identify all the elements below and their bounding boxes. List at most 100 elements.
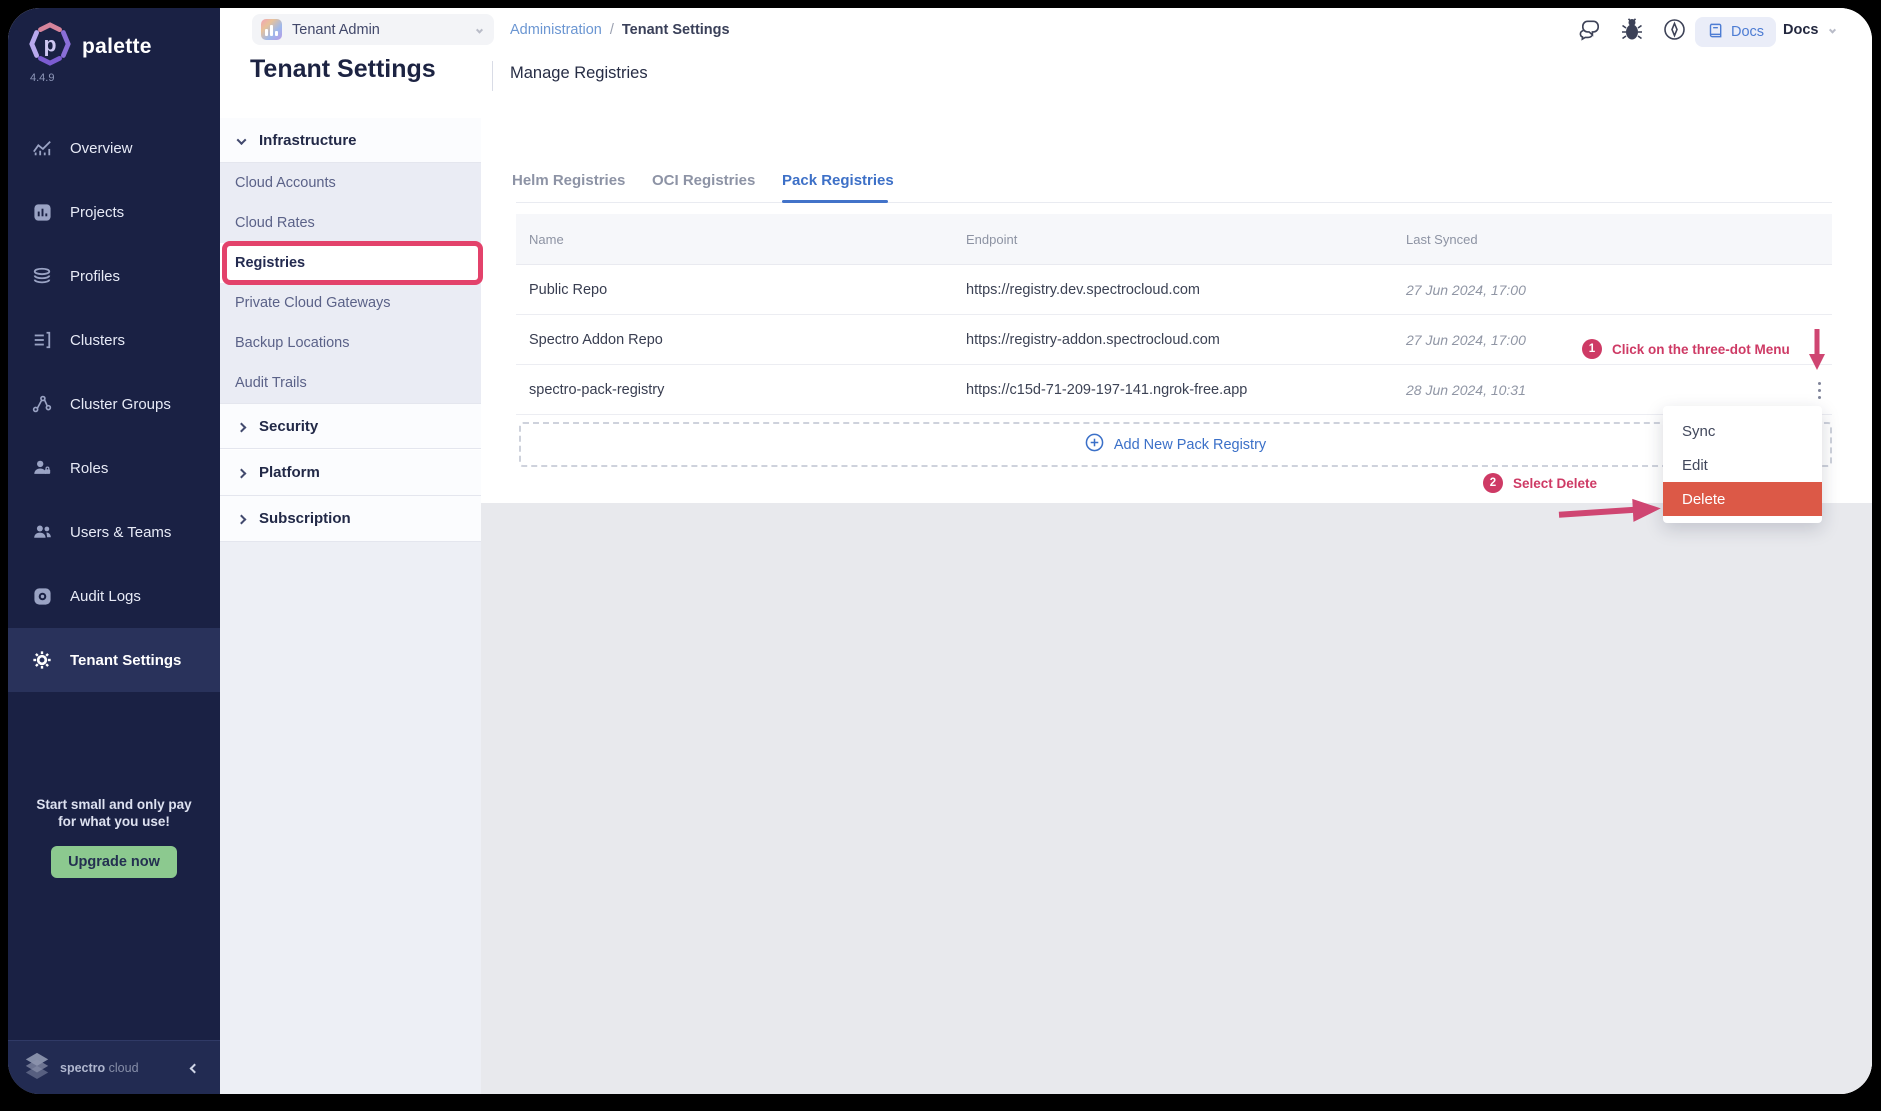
cluster-groups-icon — [31, 393, 53, 415]
settings-nav-registries[interactable]: Registries — [220, 243, 481, 283]
registry-endpoint: https://registry-addon.spectrocloud.com — [966, 315, 1220, 365]
add-new-pack-registry-button[interactable]: Add New Pack Registry — [519, 422, 1832, 467]
overview-icon — [31, 137, 53, 159]
settings-nav-cloud-accounts[interactable]: Cloud Accounts — [220, 163, 481, 203]
right-arrow-annotation — [1556, 495, 1665, 532]
feedback-chat-icon[interactable] — [1578, 18, 1602, 42]
scope-label: Tenant Admin — [292, 22, 380, 38]
project-scope-selector[interactable]: Tenant Admin — [252, 14, 494, 45]
table-row[interactable]: Spectro Addon Repo https://registry-addo… — [516, 315, 1832, 365]
app-version: 4.4.9 — [30, 72, 54, 84]
menu-item-edit[interactable]: Edit — [1663, 448, 1822, 482]
tab-oci-registries[interactable]: OCI Registries — [652, 172, 755, 189]
spectro-cloud-logo-icon — [22, 1051, 52, 1084]
gear-icon — [31, 649, 53, 671]
registry-last-synced: 27 Jun 2024, 17:00 — [1406, 265, 1526, 315]
sidebar-item-label: Audit Logs — [70, 588, 141, 605]
roles-icon — [31, 457, 53, 479]
section-infrastructure[interactable]: Infrastructure — [220, 118, 481, 163]
sidebar-item-cluster-groups[interactable]: Cluster Groups — [8, 372, 220, 436]
sidebar-item-label: Clusters — [70, 332, 125, 349]
section-label: Infrastructure — [259, 132, 357, 149]
nav-item-label: Cloud Accounts — [235, 175, 336, 191]
sidebar-item-projects[interactable]: Projects — [8, 180, 220, 244]
sidebar-item-overview[interactable]: Overview — [8, 116, 220, 180]
registries-table: Name Endpoint Last Synced Public Repo ht… — [516, 214, 1832, 415]
page-background — [481, 503, 1872, 1094]
palette-logo-icon: p — [28, 22, 72, 71]
tab-helm-registries[interactable]: Helm Registries — [512, 172, 625, 189]
add-button-label: Add New Pack Registry — [1114, 437, 1266, 453]
tab-bottom-border — [516, 202, 1832, 203]
promo-text-line1: Start small and only pay — [8, 796, 220, 813]
breadcrumb-tenant-settings: Tenant Settings — [622, 22, 730, 38]
section-platform[interactable]: Platform — [220, 450, 481, 496]
sidebar-item-label: Projects — [70, 204, 124, 221]
docs-dropdown-label: Docs — [1783, 22, 1818, 38]
sidebar-item-label: Roles — [70, 460, 108, 477]
registry-last-synced: 27 Jun 2024, 17:00 — [1406, 315, 1526, 365]
help-compass-icon[interactable] — [1663, 18, 1687, 42]
tab-pack-registries[interactable]: Pack Registries — [782, 172, 894, 189]
sidebar-item-profiles[interactable]: Profiles — [8, 244, 220, 308]
clusters-icon — [31, 329, 53, 351]
registry-name: Public Repo — [529, 265, 607, 315]
sidebar-item-users-teams[interactable]: Users & Teams — [8, 500, 220, 564]
primary-sidebar: p palette 4.4.9 Overview Projects — [8, 8, 220, 1094]
chevron-right-icon — [238, 418, 245, 435]
title-divider — [492, 61, 493, 91]
breadcrumb: Administration / Tenant Settings — [510, 8, 730, 52]
app-window: p palette 4.4.9 Overview Projects — [8, 8, 1872, 1094]
collapse-sidebar-button[interactable] — [191, 1059, 206, 1077]
sidebar-item-clusters[interactable]: Clusters — [8, 308, 220, 372]
breadcrumb-separator: / — [610, 22, 614, 38]
table-header: Name Endpoint Last Synced — [516, 214, 1832, 265]
nav-item-label: Registries — [235, 255, 305, 271]
section-subscription[interactable]: Subscription — [220, 496, 481, 542]
brand-word-cloud: cloud — [109, 1061, 139, 1075]
down-arrow-annotation — [1808, 328, 1826, 377]
sidebar-item-audit-logs[interactable]: Audit Logs — [8, 564, 220, 628]
nav-item-label: Private Cloud Gateways — [235, 295, 391, 311]
plus-circle-icon — [1085, 433, 1104, 457]
step2-number-badge: 2 — [1483, 473, 1503, 493]
docs-dropdown[interactable]: Docs — [1783, 8, 1835, 52]
table-row[interactable]: Public Repo https://registry.dev.spectro… — [516, 265, 1832, 315]
registry-endpoint: https://registry.dev.spectrocloud.com — [966, 265, 1200, 315]
sidebar-item-roles[interactable]: Roles — [8, 436, 220, 500]
bug-report-icon[interactable] — [1621, 18, 1645, 42]
brand-name: palette — [82, 35, 152, 59]
section-security[interactable]: Security — [220, 403, 481, 449]
chevron-down-icon — [1830, 22, 1835, 38]
active-tab-underline — [782, 200, 888, 203]
settings-nav-backup-locations[interactable]: Backup Locations — [220, 323, 481, 363]
chevron-down-icon — [477, 21, 482, 39]
settings-nav-private-cloud-gateways[interactable]: Private Cloud Gateways — [220, 283, 481, 323]
book-icon — [1707, 22, 1724, 43]
menu-item-sync[interactable]: Sync — [1663, 414, 1822, 448]
promo-text-line2: for what you use! — [8, 813, 220, 830]
three-dot-menu-button[interactable] — [1813, 379, 1825, 401]
menu-item-delete[interactable]: Delete — [1663, 482, 1822, 516]
primary-nav: Overview Projects Profiles Clusters — [8, 116, 220, 692]
svg-text:p: p — [44, 34, 57, 57]
registry-name: spectro-pack-registry — [529, 365, 664, 415]
settings-nav-cloud-rates[interactable]: Cloud Rates — [220, 203, 481, 243]
sidebar-item-label: Cluster Groups — [70, 396, 171, 413]
chevron-right-icon — [238, 464, 245, 481]
docs-button-label: Docs — [1731, 24, 1764, 40]
section-label: Subscription — [259, 510, 351, 527]
settings-nav-audit-trails[interactable]: Audit Trails — [220, 363, 481, 403]
sidebar-item-label: Tenant Settings — [70, 652, 181, 669]
nav-item-label: Backup Locations — [235, 335, 349, 351]
breadcrumb-administration[interactable]: Administration — [510, 22, 602, 38]
table-row[interactable]: spectro-pack-registry https://c15d-71-20… — [516, 365, 1832, 415]
sidebar-item-label: Overview — [70, 140, 133, 157]
docs-highlight-button[interactable]: Docs — [1695, 17, 1776, 47]
brand-word-spectro: spectro — [60, 1061, 105, 1075]
profiles-icon — [31, 265, 53, 287]
sidebar-item-tenant-settings[interactable]: Tenant Settings — [8, 628, 220, 692]
step1-number-badge: 1 — [1582, 339, 1602, 359]
audit-logs-icon — [31, 585, 53, 607]
upgrade-now-button[interactable]: Upgrade now — [51, 846, 177, 878]
